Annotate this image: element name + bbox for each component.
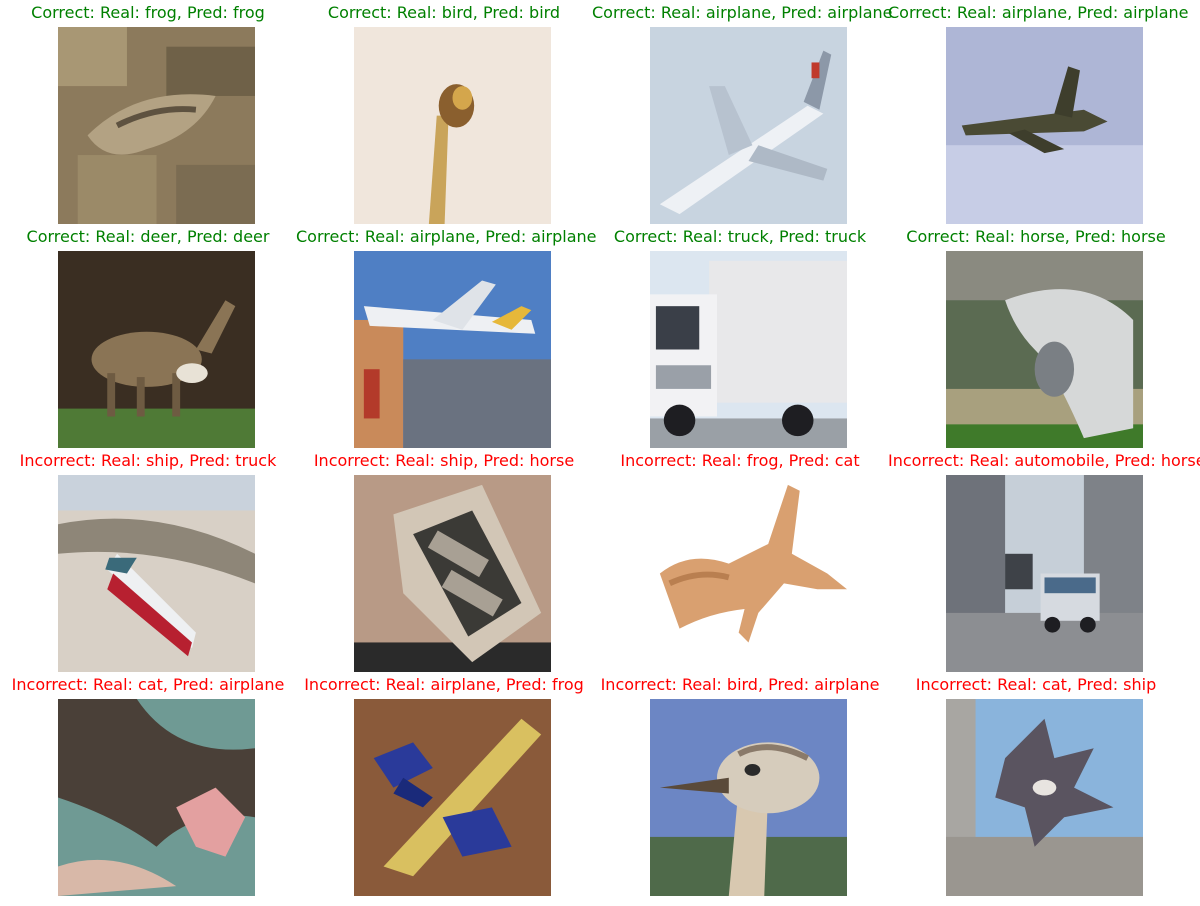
result-title: Incorrect: Real: frog, Pred: cat <box>620 451 860 470</box>
result-title: Incorrect: Real: bird, Pred: airplane <box>600 675 880 694</box>
airplane-thumbnail <box>354 251 551 448</box>
horse-thumbnail <box>946 251 1143 448</box>
airplane-thumbnail <box>650 27 847 224</box>
result-title: Correct: Real: truck, Pred: truck <box>613 227 867 246</box>
result-cell: Incorrect: Real: airplane, Pred: frog <box>296 672 592 896</box>
result-cell: Incorrect: Real: ship, Pred: truck <box>0 448 296 672</box>
result-cell: Correct: Real: bird, Pred: bird <box>296 0 592 224</box>
result-cell: Correct: Real: deer, Pred: deer <box>0 224 296 448</box>
result-cell: Incorrect: Real: cat, Pred: ship <box>888 672 1184 896</box>
ship-thumbnail <box>58 475 255 672</box>
airplane-thumbnail <box>946 27 1143 224</box>
bird-thumbnail <box>354 27 551 224</box>
result-title: Incorrect: Real: ship, Pred: horse <box>313 451 575 470</box>
classification-results-grid: Correct: Real: frog, Pred: frog Correct:… <box>0 0 1200 906</box>
result-cell: Incorrect: Real: cat, Pred: airplane <box>0 672 296 896</box>
result-cell: Incorrect: Real: ship, Pred: horse <box>296 448 592 672</box>
result-title: Correct: Real: airplane, Pred: airplane <box>592 3 893 22</box>
frog-thumbnail <box>650 475 847 672</box>
ship-thumbnail <box>354 475 551 672</box>
automobile-thumbnail <box>946 475 1143 672</box>
result-cell: Correct: Real: truck, Pred: truck <box>592 224 888 448</box>
cat-thumbnail <box>946 699 1143 896</box>
result-title: Correct: Real: bird, Pred: bird <box>327 3 561 22</box>
bird-thumbnail <box>650 699 847 896</box>
result-cell: Correct: Real: airplane, Pred: airplane <box>296 224 597 448</box>
result-cell: Incorrect: Real: bird, Pred: airplane <box>592 672 888 896</box>
result-title: Incorrect: Real: cat, Pred: ship <box>915 675 1157 694</box>
result-title: Incorrect: Real: airplane, Pred: frog <box>304 675 584 694</box>
result-title: Correct: Real: horse, Pred: horse <box>906 227 1166 246</box>
deer-thumbnail <box>58 251 255 448</box>
truck-thumbnail <box>650 251 847 448</box>
result-cell: Incorrect: Real: automobile, Pred: horse <box>888 448 1200 672</box>
airplane-thumbnail <box>354 699 551 896</box>
result-cell: Correct: Real: frog, Pred: frog <box>0 0 296 224</box>
result-cell: Correct: Real: airplane, Pred: airplane <box>888 0 1189 224</box>
result-title: Correct: Real: frog, Pred: frog <box>31 3 265 22</box>
result-title: Correct: Real: deer, Pred: deer <box>26 227 270 246</box>
result-cell: Correct: Real: horse, Pred: horse <box>888 224 1184 448</box>
result-title: Incorrect: Real: ship, Pred: truck <box>19 451 277 470</box>
frog-thumbnail <box>58 27 255 224</box>
result-title: Correct: Real: airplane, Pred: airplane <box>296 227 597 246</box>
result-title: Incorrect: Real: cat, Pred: airplane <box>11 675 285 694</box>
result-cell: Incorrect: Real: frog, Pred: cat <box>592 448 888 672</box>
result-title: Incorrect: Real: automobile, Pred: horse <box>888 451 1200 470</box>
result-title: Correct: Real: airplane, Pred: airplane <box>888 3 1189 22</box>
result-cell: Correct: Real: airplane, Pred: airplane <box>592 0 893 224</box>
cat-thumbnail <box>58 699 255 896</box>
